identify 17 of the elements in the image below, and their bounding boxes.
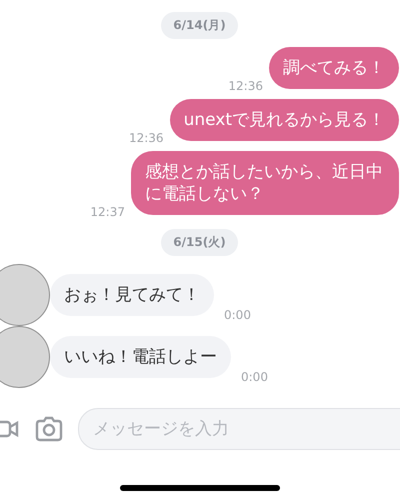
message-time: 12:36 bbox=[228, 79, 263, 93]
sent-message-bubble: 調べてみる！ bbox=[269, 47, 399, 89]
date-label: 6/14(月) bbox=[161, 12, 238, 39]
video-icon[interactable] bbox=[0, 418, 20, 440]
date-label: 6/15(火) bbox=[161, 229, 238, 256]
message-time: 0:00 bbox=[241, 370, 268, 384]
message-time: 0:00 bbox=[224, 308, 251, 322]
avatar[interactable] bbox=[0, 326, 50, 388]
sent-message-bubble: 感想とか話したいから、近日中に電話しない？ bbox=[131, 151, 399, 215]
received-message-bubble: いいね！電話しよー bbox=[50, 336, 231, 378]
message-time: 12:36 bbox=[128, 131, 164, 145]
received-message-bubble: おぉ！見てみて！ bbox=[50, 274, 214, 316]
camera-icon[interactable] bbox=[34, 416, 64, 442]
message-time: 12:37 bbox=[90, 205, 125, 219]
message-input-field[interactable]: メッセージを入力 bbox=[78, 408, 400, 450]
sent-message-bubble: unextで見れるから見る！ bbox=[170, 99, 399, 141]
avatar[interactable] bbox=[0, 264, 50, 326]
